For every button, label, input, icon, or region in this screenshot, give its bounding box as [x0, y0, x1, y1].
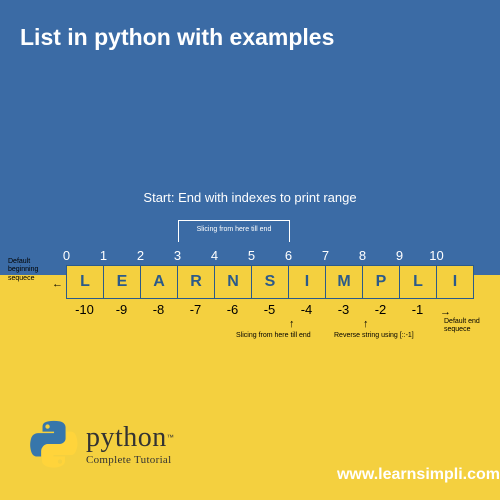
positive-index-row: 0 1 2 3 4 5 6 7 8 9 10	[48, 248, 468, 263]
left-label-line: sequece	[8, 275, 38, 283]
cell: N	[214, 265, 252, 299]
right-arrow-icon: →	[440, 306, 451, 318]
trademark-icon: ™	[167, 435, 174, 442]
python-logo-icon	[30, 420, 78, 468]
neg-idx: -7	[177, 302, 214, 317]
pos-idx: 10	[418, 248, 455, 263]
pos-idx: 1	[85, 248, 122, 263]
logo-word: python™	[86, 422, 174, 454]
char-cells: L E A R N S I M P L I	[66, 265, 474, 299]
bottom-arrow-icon: ↑	[289, 318, 295, 330]
negative-index-row: -10 -9 -8 -7 -6 -5 -4 -3 -2 -1	[66, 302, 436, 317]
neg-idx: -3	[325, 302, 362, 317]
left-label-line: Default	[8, 258, 38, 266]
subtitle: Start: End with indexes to print range	[0, 190, 500, 205]
pos-idx: 2	[122, 248, 159, 263]
neg-idx: -6	[214, 302, 251, 317]
neg-idx: -2	[362, 302, 399, 317]
neg-idx: -9	[103, 302, 140, 317]
bottom-reverse-label: Reverse string using [::-1]	[334, 332, 414, 339]
cell: L	[399, 265, 437, 299]
right-label-line: sequece	[444, 326, 480, 334]
left-label-line: beginning	[8, 266, 38, 274]
bottom-arrow-icon: ↑	[363, 318, 369, 330]
neg-idx: -10	[66, 302, 103, 317]
right-label-line: Default end	[444, 318, 480, 326]
pos-idx: 3	[159, 248, 196, 263]
cell: I	[436, 265, 474, 299]
cell: E	[103, 265, 141, 299]
left-arrow-icon: ←	[52, 278, 63, 290]
neg-idx: -5	[251, 302, 288, 317]
cell: R	[177, 265, 215, 299]
logo-python-word: python	[86, 422, 167, 453]
pos-idx: 9	[381, 248, 418, 263]
python-logo-area: python™ Complete Tutorial	[30, 420, 174, 468]
pos-idx: 8	[344, 248, 381, 263]
pos-idx: 6	[270, 248, 307, 263]
pos-idx: 4	[196, 248, 233, 263]
cell: A	[140, 265, 178, 299]
footer-url: www.learnsimpli.com	[337, 466, 500, 484]
neg-idx: -4	[288, 302, 325, 317]
cell: P	[362, 265, 400, 299]
pos-idx: 7	[307, 248, 344, 263]
page-title: List in python with examples	[20, 24, 334, 51]
neg-idx: -1	[399, 302, 436, 317]
right-default-label: Default end sequece	[444, 318, 480, 335]
left-default-label: Default beginning sequece	[8, 258, 38, 283]
bottom-slice-label: Slicing from here till end	[236, 332, 311, 339]
cell: S	[251, 265, 289, 299]
cell: I	[288, 265, 326, 299]
cell: L	[66, 265, 104, 299]
neg-idx: -8	[140, 302, 177, 317]
cell: M	[325, 265, 363, 299]
logo-text: python™ Complete Tutorial	[86, 422, 174, 466]
logo-tagline: Complete Tutorial	[86, 454, 174, 466]
slice-bracket-label: Slicing from here till end	[178, 226, 290, 233]
pos-idx: 5	[233, 248, 270, 263]
pos-idx: 0	[48, 248, 85, 263]
